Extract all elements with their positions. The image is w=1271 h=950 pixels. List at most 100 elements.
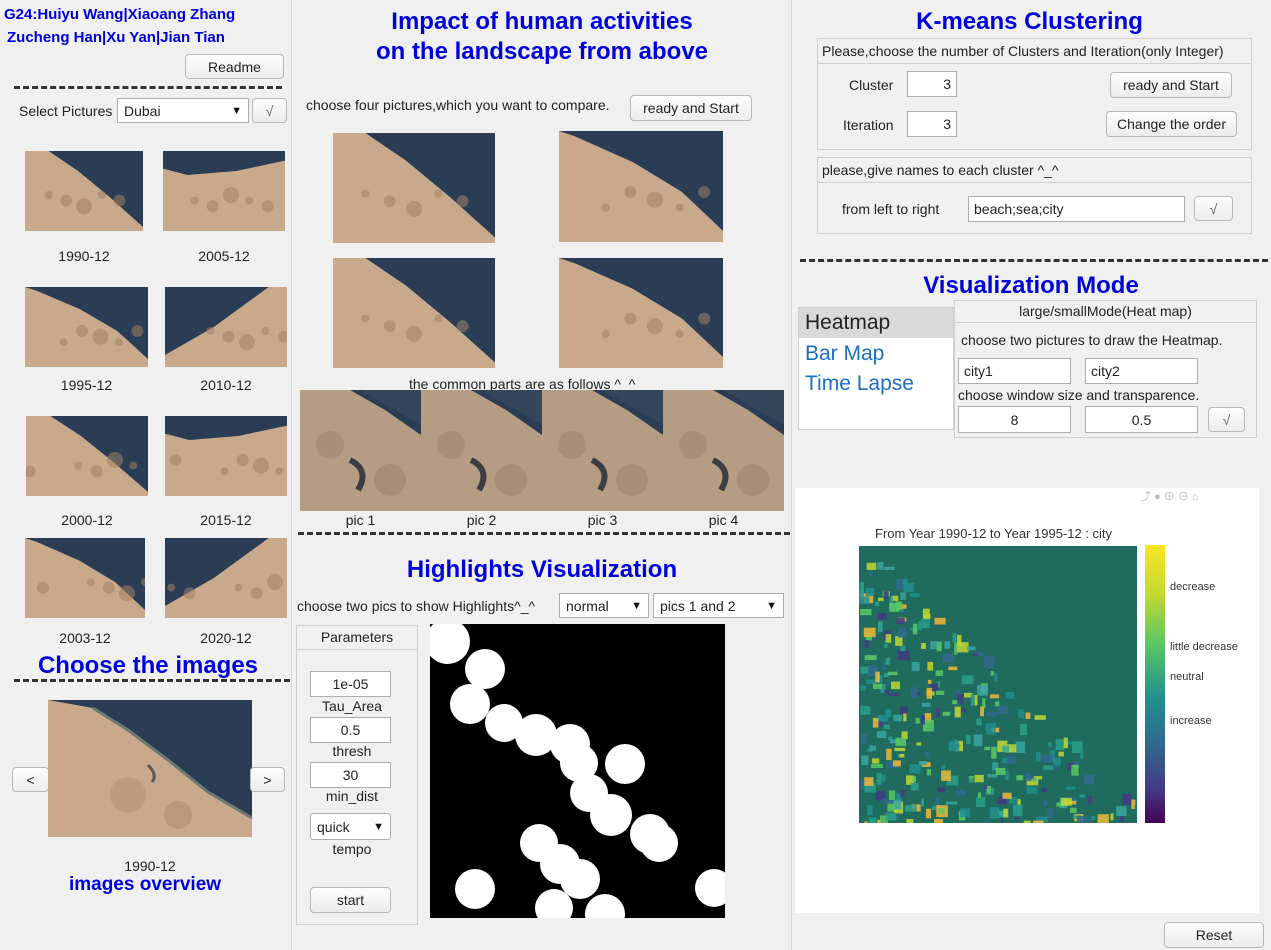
highlight-blob bbox=[605, 744, 645, 784]
common-part-image bbox=[663, 390, 784, 511]
names-label: from left to right bbox=[842, 201, 940, 217]
export-icon[interactable]: ⤴ bbox=[1140, 491, 1151, 503]
highlights-start-button[interactable]: start bbox=[310, 887, 391, 913]
thumbnail-image[interactable] bbox=[25, 538, 145, 618]
colorbar-label-little-decrease: little decrease bbox=[1170, 641, 1238, 653]
thresh-label: thresh bbox=[332, 743, 372, 759]
chevron-down-icon: ▼ bbox=[373, 820, 384, 833]
thumbnail-image[interactable] bbox=[165, 287, 287, 367]
thumbnail-image[interactable] bbox=[163, 151, 285, 231]
zoom-in-icon[interactable]: ⊕ bbox=[1164, 491, 1175, 503]
common-part-caption: pic 3 bbox=[587, 512, 618, 528]
thumbnail-caption: 2000-12 bbox=[61, 512, 113, 528]
highlight-blob bbox=[640, 824, 678, 862]
min-dist-label: min_dist bbox=[325, 788, 379, 804]
thumbnail-caption: 2020-12 bbox=[200, 630, 252, 646]
brush-icon[interactable]: ● bbox=[1154, 491, 1161, 503]
chevron-down-icon: ▼ bbox=[231, 104, 242, 117]
thumbnail-image[interactable] bbox=[165, 416, 287, 496]
kmeans-group: Please,choose the number of Clusters and… bbox=[817, 38, 1252, 150]
common-part-image bbox=[300, 390, 421, 511]
compare-image bbox=[333, 133, 495, 243]
window-prompt: choose window size and transparence. bbox=[958, 387, 1200, 403]
heatmap-prompt: choose two pictures to draw the Heatmap. bbox=[961, 332, 1223, 348]
city1-input[interactable]: city1 bbox=[958, 358, 1071, 384]
home-icon[interactable]: ⌂ bbox=[1192, 491, 1199, 503]
city2-input[interactable]: city2 bbox=[1085, 358, 1198, 384]
tau-area-label: Tau_Area bbox=[322, 698, 382, 714]
heatmap-image bbox=[859, 546, 1137, 823]
highlight-blob bbox=[585, 894, 625, 918]
cluster-names-input[interactable]: beach;sea;city bbox=[968, 196, 1185, 222]
mode-item-heatmap[interactable]: Heatmap bbox=[799, 308, 953, 338]
highlight-mode-value: normal bbox=[566, 597, 609, 614]
chevron-down-icon: ▼ bbox=[631, 599, 642, 612]
colorbar bbox=[1145, 545, 1165, 823]
mode-header: large/smallMode(Heat map) bbox=[955, 301, 1256, 323]
highlight-pair-select[interactable]: pics 1 and 2 ▼ bbox=[653, 593, 784, 618]
colorbar-label-neutral: neutral bbox=[1170, 671, 1204, 683]
next-image-button[interactable]: > bbox=[250, 767, 285, 792]
tempo-value: quick bbox=[317, 818, 350, 835]
heatmap-title: From Year 1990-12 to Year 1995-12 : city bbox=[875, 526, 1113, 541]
compare-image bbox=[559, 258, 723, 368]
thresh-input[interactable]: 0.5 bbox=[310, 717, 391, 743]
compare-ready-start-button[interactable]: ready and Start bbox=[630, 95, 752, 121]
iteration-label: Iteration bbox=[843, 117, 894, 133]
cluster-input[interactable]: 3 bbox=[907, 71, 957, 97]
readme-button[interactable]: Readme bbox=[185, 54, 284, 79]
cluster-names-group: please,give names to each cluster ^_^ fr… bbox=[817, 157, 1252, 234]
common-part-image bbox=[421, 390, 542, 511]
mode-item-bar-map[interactable]: Bar Map bbox=[805, 339, 884, 369]
highlight-mode-select[interactable]: normal ▼ bbox=[559, 593, 649, 618]
select-confirm-button[interactable]: √ bbox=[252, 98, 287, 123]
city-select[interactable]: Dubai ▼ bbox=[117, 98, 249, 123]
highlight-blob bbox=[590, 794, 632, 836]
thumbnail-image[interactable] bbox=[165, 538, 287, 618]
common-part-caption: pic 1 bbox=[345, 512, 376, 528]
parameters-group: Parameters 1e-05 Tau_Area 0.5 thresh 30 … bbox=[296, 625, 418, 925]
transparence-input[interactable]: 0.5 bbox=[1085, 406, 1198, 433]
parameters-title: Parameters bbox=[297, 626, 417, 650]
figure-toolbar: ⤴ ● ⊕ ⊖ ⌂ bbox=[1140, 488, 1199, 504]
city-select-value: Dubai bbox=[124, 102, 161, 119]
colorbar-label-decrease: decrease bbox=[1170, 581, 1216, 593]
middle-panel: Impact of human activities on the landsc… bbox=[292, 0, 792, 950]
previous-image-button[interactable]: < bbox=[12, 767, 49, 792]
main-title-line-1: Impact of human activities bbox=[391, 8, 693, 35]
change-order-button[interactable]: Change the order bbox=[1106, 111, 1237, 137]
highlight-blob bbox=[450, 684, 490, 724]
names-confirm-button[interactable]: √ bbox=[1194, 196, 1233, 221]
viz-mode-title: Visualization Mode bbox=[923, 272, 1139, 299]
kmeans-ready-start-button[interactable]: ready and Start bbox=[1110, 72, 1232, 98]
reset-button[interactable]: Reset bbox=[1164, 922, 1264, 948]
mode-item-time-lapse[interactable]: Time Lapse bbox=[805, 369, 914, 399]
compare-image bbox=[559, 131, 723, 242]
highlight-blob bbox=[430, 624, 470, 664]
iteration-input[interactable]: 3 bbox=[907, 111, 957, 137]
divider bbox=[14, 679, 290, 682]
divider bbox=[14, 86, 282, 89]
common-part-image bbox=[542, 390, 663, 511]
thumbnail-image[interactable] bbox=[25, 151, 143, 231]
thumbnail-image[interactable] bbox=[25, 287, 148, 367]
common-part-caption: pic 4 bbox=[708, 512, 739, 528]
highlights-text: choose two pics to show Highlights^_^ bbox=[297, 598, 536, 614]
tempo-select[interactable]: quick ▼ bbox=[310, 813, 391, 840]
kmeans-title: K-means Clustering bbox=[916, 8, 1143, 35]
min-dist-input[interactable]: 30 bbox=[310, 762, 391, 788]
thumbnail-caption: 2003-12 bbox=[59, 630, 111, 646]
heatmap-figure: ⤴ ● ⊕ ⊖ ⌂ From Year 1990-12 to Year 1995… bbox=[795, 488, 1259, 913]
window-size-input[interactable]: 8 bbox=[958, 406, 1071, 433]
common-part-caption: pic 2 bbox=[466, 512, 497, 528]
images-overview-title: images overview bbox=[68, 874, 222, 895]
heatmap-confirm-button[interactable]: √ bbox=[1208, 407, 1245, 432]
zoom-out-icon[interactable]: ⊖ bbox=[1178, 491, 1189, 503]
highlight-blob bbox=[455, 869, 495, 909]
thumbnail-image[interactable] bbox=[26, 416, 148, 496]
chevron-down-icon: ▼ bbox=[766, 599, 777, 612]
authors-line-1: G24:Huiyu Wang|Xiaoang Zhang bbox=[4, 6, 236, 23]
tau-area-input[interactable]: 1e-05 bbox=[310, 671, 391, 697]
thumbnail-caption: 1995-12 bbox=[60, 377, 113, 393]
left-panel: G24:Huiyu Wang|Xiaoang Zhang Zucheng Han… bbox=[0, 0, 292, 950]
